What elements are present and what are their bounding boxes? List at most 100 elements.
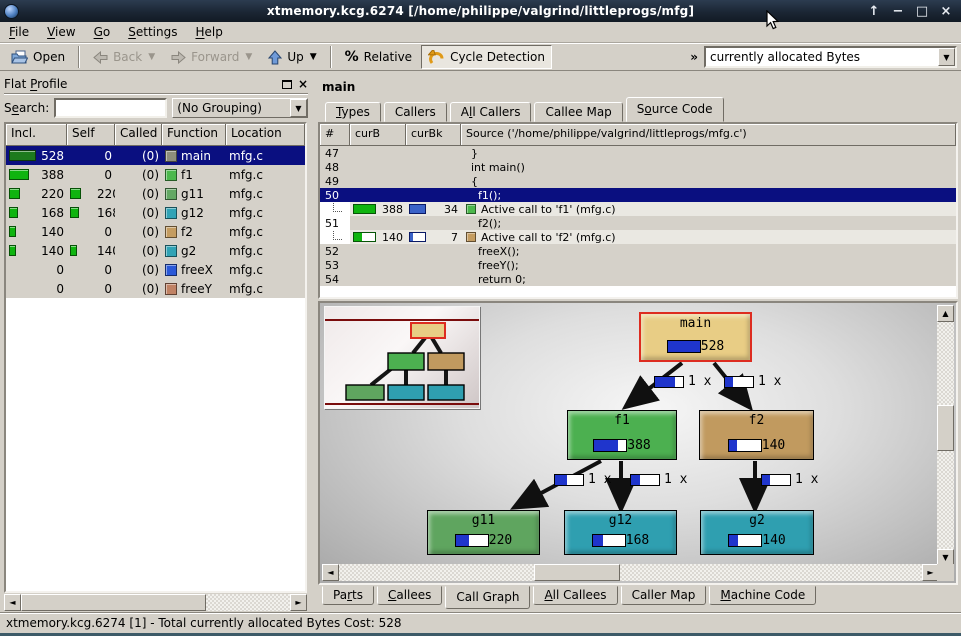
source-line-47[interactable]: 47 } <box>320 146 956 160</box>
function-row-freey[interactable]: 00(0)freeYmfg.c <box>6 279 305 298</box>
graph-node-g12[interactable]: g12168 <box>564 510 677 555</box>
tab-callees[interactable]: Callees <box>377 586 442 605</box>
minimize-button[interactable]: − <box>891 4 905 19</box>
toolbar-overflow-chevron[interactable]: » <box>686 50 702 64</box>
source-line-50[interactable]: 50 f1(); <box>320 188 956 202</box>
function-row-g12[interactable]: 168168(0)g12mfg.c <box>6 203 305 222</box>
close-button[interactable]: × <box>939 4 953 19</box>
curb-cell <box>350 244 406 258</box>
combo-dropdown-arrow[interactable]: ▼ <box>290 99 307 117</box>
curbk-cell <box>406 216 461 230</box>
curb-cell <box>350 216 406 230</box>
tab-callee-map[interactable]: Callee Map <box>534 102 622 122</box>
menu-item-file[interactable]: File <box>0 22 38 42</box>
graph-overview-map[interactable] <box>324 306 480 409</box>
open-folder-icon <box>11 50 28 65</box>
forward-dropdown-arrow[interactable]: ▼ <box>245 52 252 62</box>
dock-close-icon[interactable]: × <box>298 79 308 89</box>
incl-cell: 168 <box>6 203 67 222</box>
up-dropdown-arrow[interactable]: ▼ <box>310 52 317 62</box>
scroll-left-button[interactable]: ◄ <box>4 594 21 611</box>
source-line-54[interactable]: 54 return 0; <box>320 272 956 286</box>
menu-item-help[interactable]: Help <box>186 22 231 42</box>
back-button[interactable]: Back▼ <box>86 45 162 69</box>
function-row-main[interactable]: 5280(0)mainmfg.c <box>6 146 305 165</box>
scroll-thumb[interactable] <box>534 564 620 581</box>
combo-dropdown-arrow[interactable]: ▼ <box>938 48 955 66</box>
tab-source-code[interactable]: Source Code <box>626 97 724 122</box>
menu-item-view[interactable]: View <box>38 22 84 42</box>
function-color-icon <box>165 264 177 276</box>
source-line-52[interactable]: 52 freeX(); <box>320 244 956 258</box>
column-header-location[interactable]: Location <box>226 124 305 146</box>
call-graph-view[interactable]: main528f1388f2140g11220g12168g2140 1 x1 … <box>318 301 958 585</box>
source-line-48[interactable]: 48 int main() <box>320 160 956 174</box>
menu-item-settings[interactable]: Settings <box>119 22 186 42</box>
tab-caller-map[interactable]: Caller Map <box>621 586 707 605</box>
location-cell: mfg.c <box>226 279 305 298</box>
source-line-53[interactable]: 53 freeY(); <box>320 258 956 272</box>
graph-vscrollbar[interactable]: ▲▼ <box>937 305 954 566</box>
grouping-combobox[interactable]: (No Grouping) ▼ <box>172 98 308 118</box>
source-column-curb[interactable]: curB <box>350 124 406 146</box>
called-cell: (0) <box>115 165 162 184</box>
function-row-g11[interactable]: 220220(0)g11mfg.c <box>6 184 305 203</box>
source-column-[interactable]: # <box>320 124 350 146</box>
up-button[interactable]: Up▼ <box>261 45 323 69</box>
back-dropdown-arrow[interactable]: ▼ <box>148 52 155 62</box>
graph-node-g11[interactable]: g11220 <box>427 510 540 555</box>
source-column-source[interactable]: Source ('/home/philippe/valgrind/littlep… <box>461 124 956 146</box>
column-header-called[interactable]: Called <box>115 124 162 146</box>
self-cell: 0 <box>67 279 115 298</box>
called-cell: (0) <box>115 279 162 298</box>
function-row-g2[interactable]: 140140(0)g2mfg.c <box>6 241 305 260</box>
tab-callers[interactable]: Callers <box>384 102 447 122</box>
graph-node-f2[interactable]: f2140 <box>699 410 814 460</box>
tab-call-graph[interactable]: Call Graph <box>445 586 530 609</box>
source-call-row[interactable]: 38834Active call to 'f1' (mfg.c) <box>320 202 956 216</box>
graph-node-g2[interactable]: g2140 <box>700 510 814 555</box>
source-call-row[interactable]: 1407Active call to 'f2' (mfg.c) <box>320 230 956 244</box>
tab-machine-code[interactable]: Machine Code <box>709 586 816 605</box>
graph-node-f1[interactable]: f1388 <box>567 410 677 460</box>
curbk-cell <box>406 160 461 174</box>
incl-cell: 0 <box>6 279 67 298</box>
cycle-detection-toggle[interactable]: Cycle Detection <box>421 45 552 69</box>
relative-toggle[interactable]: % Relative <box>338 45 419 69</box>
graph-node-main[interactable]: main528 <box>639 312 752 362</box>
forward-button[interactable]: Forward▼ <box>164 45 259 69</box>
toolbar: Open Back▼ Forward▼ Up▼ % Relative <box>0 43 961 71</box>
source-line-51[interactable]: 51 f2(); <box>320 216 956 230</box>
scroll-thumb[interactable] <box>937 405 954 451</box>
call-text: Active call to 'f1' (mfg.c) <box>461 202 956 216</box>
shade-button[interactable]: ↑ <box>867 4 881 19</box>
menu-item-go[interactable]: Go <box>85 22 120 42</box>
column-header-incl[interactable]: Incl. <box>6 124 67 146</box>
maximize-button[interactable]: □ <box>915 4 929 19</box>
source-column-curbk[interactable]: curBk <box>406 124 461 146</box>
function-row-f2[interactable]: 1400(0)f2mfg.c <box>6 222 305 241</box>
flat-profile-hscrollbar[interactable]: ◄► <box>4 594 307 611</box>
search-input[interactable] <box>54 98 167 118</box>
dock-float-icon[interactable] <box>282 80 292 89</box>
graph-hscrollbar[interactable]: ◄► <box>322 564 939 581</box>
tab-parts[interactable]: Parts <box>322 586 374 605</box>
called-cell: (0) <box>115 241 162 260</box>
tab-all-callees[interactable]: All Callees <box>533 586 617 605</box>
scroll-right-button[interactable]: ► <box>290 594 307 611</box>
function-row-f1[interactable]: 3880(0)f1mfg.c <box>6 165 305 184</box>
line-number: 50 <box>320 188 350 202</box>
scroll-thumb[interactable] <box>21 594 206 611</box>
source-line-49[interactable]: 49 { <box>320 174 956 188</box>
open-button[interactable]: Open <box>4 45 72 69</box>
scroll-left-button[interactable]: ◄ <box>322 564 339 581</box>
incl-cell: 140 <box>6 222 67 241</box>
statusbar: xtmemory.kcg.6274 [1] - Total currently … <box>0 612 961 633</box>
tab-all-callers[interactable]: All Callers <box>450 102 532 122</box>
event-type-combobox[interactable]: currently allocated Bytes ▼ <box>704 46 957 68</box>
function-row-freex[interactable]: 00(0)freeXmfg.c <box>6 260 305 279</box>
tab-types[interactable]: Types <box>325 102 381 122</box>
scroll-up-button[interactable]: ▲ <box>937 305 954 322</box>
column-header-self[interactable]: Self <box>67 124 115 146</box>
column-header-function[interactable]: Function <box>162 124 226 146</box>
